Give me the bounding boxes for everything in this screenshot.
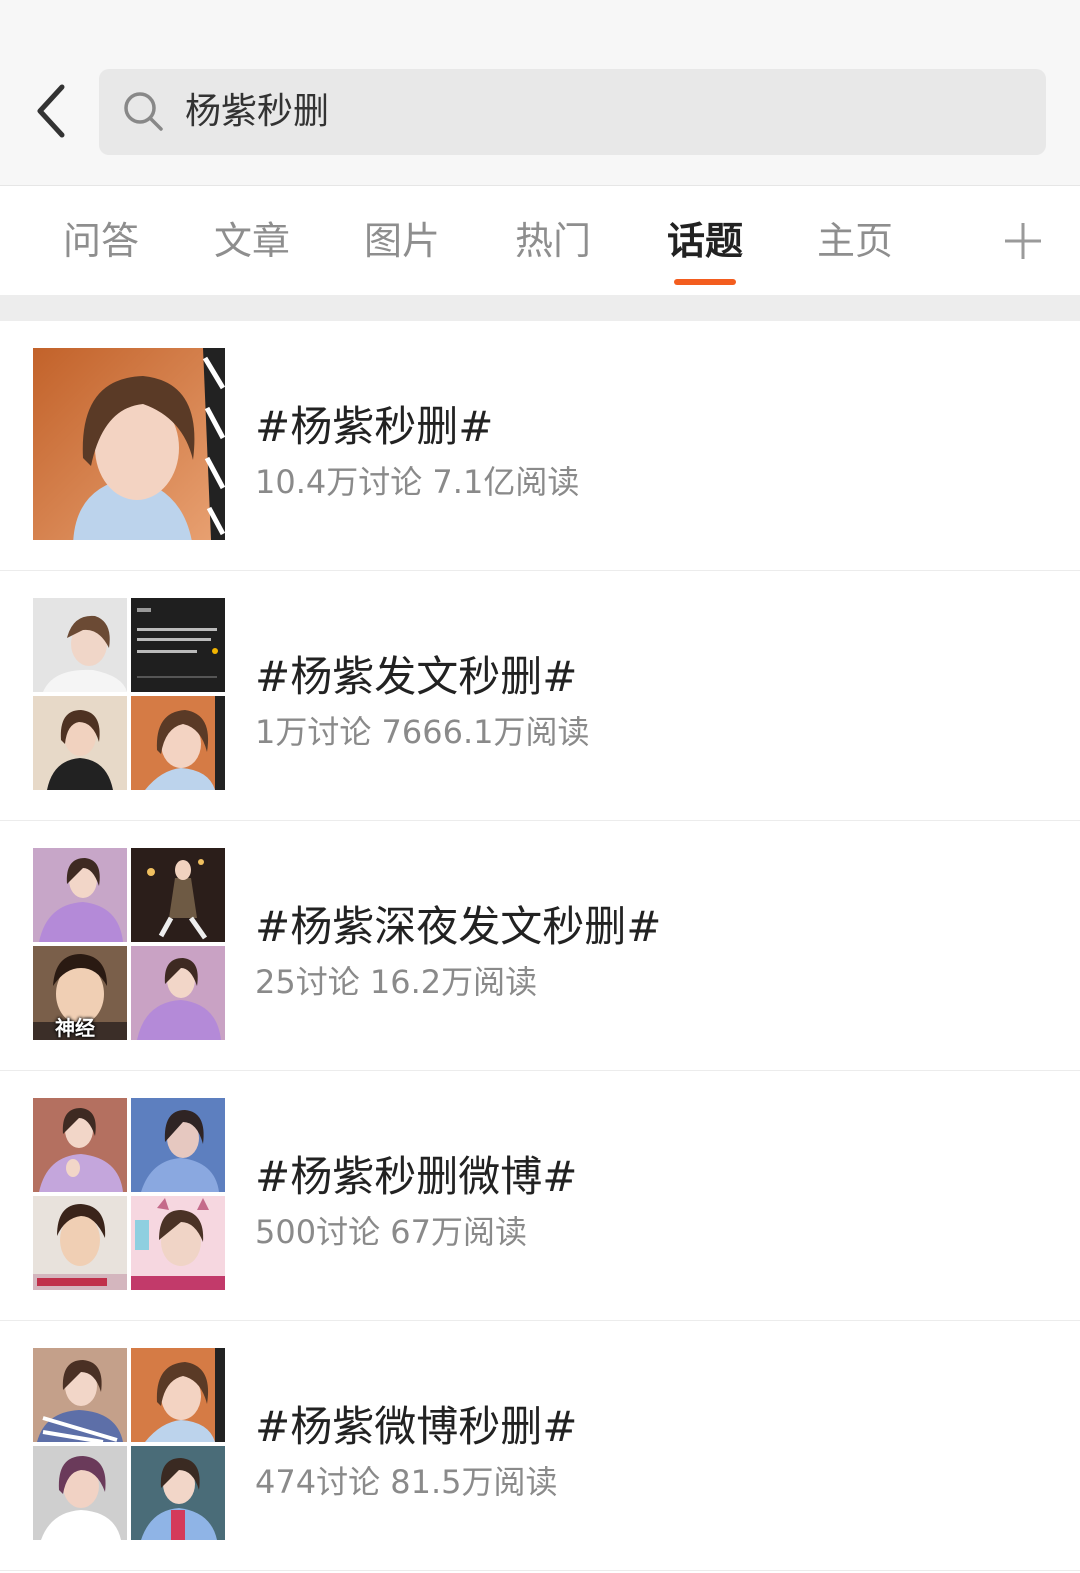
topic-thumbnail — [33, 1098, 225, 1290]
topic-title: #杨紫秒删# — [255, 402, 494, 451]
topic-row[interactable]: 神经 #杨紫深夜发文秒删# 25讨论 16.2万阅读 — [0, 821, 1080, 1071]
section-divider — [0, 295, 1080, 321]
search-input[interactable]: 杨紫秒删 — [99, 69, 1046, 155]
topic-stats: 10.4万讨论 7.1亿阅读 — [255, 463, 580, 501]
back-button[interactable] — [22, 78, 78, 144]
search-header: 杨紫秒删 — [0, 0, 1080, 186]
tab-qa[interactable]: 问答 — [41, 187, 161, 295]
thumbnail-photo — [131, 696, 225, 790]
topic-thumbnail — [33, 598, 225, 790]
topic-row[interactable]: #杨紫发文秒删# 1万讨论 7666.1万阅读 — [0, 571, 1080, 821]
topic-thumbnail — [33, 1348, 225, 1540]
topic-title: #杨紫秒删微博# — [255, 1152, 578, 1201]
plus-icon[interactable] — [1000, 215, 1046, 267]
thumbnail-caption: 神经 — [55, 1016, 95, 1040]
thumbnail-photo — [131, 946, 225, 1040]
thumbnail-photo: 神经 — [33, 946, 127, 1040]
topic-stats: 500讨论 67万阅读 — [255, 1213, 527, 1251]
active-tab-indicator — [674, 279, 736, 285]
thumbnail-photo — [33, 1196, 127, 1290]
topic-thumbnail: 神经 — [33, 848, 225, 1040]
thumbnail-photo — [131, 1446, 225, 1540]
thumbnail-photo — [33, 1098, 127, 1192]
topic-title: #杨紫微博秒删# — [255, 1402, 578, 1451]
thumbnail-photo — [131, 848, 225, 942]
thumbnail-photo — [131, 1348, 225, 1442]
thumbnail-photo — [33, 1348, 127, 1442]
topic-title: #杨紫深夜发文秒删# — [255, 902, 662, 951]
topic-list: #杨紫秒删# 10.4万讨论 7.1亿阅读 #杨紫发文秒删# 1万讨论 7666… — [0, 321, 1080, 1571]
thumbnail-photo — [33, 848, 127, 942]
tab-popular[interactable]: 热门 — [493, 187, 613, 295]
thumbnail-photo — [131, 1196, 225, 1290]
tab-articles[interactable]: 文章 — [192, 187, 312, 295]
tab-bar: 问答 文章 图片 热门 话题 主页 — [0, 187, 1080, 295]
topic-stats: 474讨论 81.5万阅读 — [255, 1463, 558, 1501]
thumbnail-photo — [33, 598, 127, 692]
search-icon — [124, 92, 163, 131]
topic-stats: 25讨论 16.2万阅读 — [255, 963, 538, 1001]
topic-stats: 1万讨论 7666.1万阅读 — [255, 713, 590, 751]
thumbnail-photo — [131, 598, 225, 692]
chevron-left-icon — [37, 84, 65, 138]
thumbnail-photo — [33, 1446, 127, 1540]
thumbnail-photo — [131, 1098, 225, 1192]
topic-row[interactable]: #杨紫微博秒删# 474讨论 81.5万阅读 — [0, 1321, 1080, 1571]
tab-images[interactable]: 图片 — [342, 187, 462, 295]
topic-title: #杨紫发文秒删# — [255, 652, 578, 701]
tab-homepage[interactable]: 主页 — [795, 187, 915, 295]
topic-row[interactable]: #杨紫秒删# 10.4万讨论 7.1亿阅读 — [0, 321, 1080, 571]
topic-row[interactable]: #杨紫秒删微博# 500讨论 67万阅读 — [0, 1071, 1080, 1321]
thumbnail-photo — [33, 696, 127, 790]
search-query: 杨紫秒删 — [185, 91, 330, 132]
topic-thumbnail — [33, 348, 225, 540]
